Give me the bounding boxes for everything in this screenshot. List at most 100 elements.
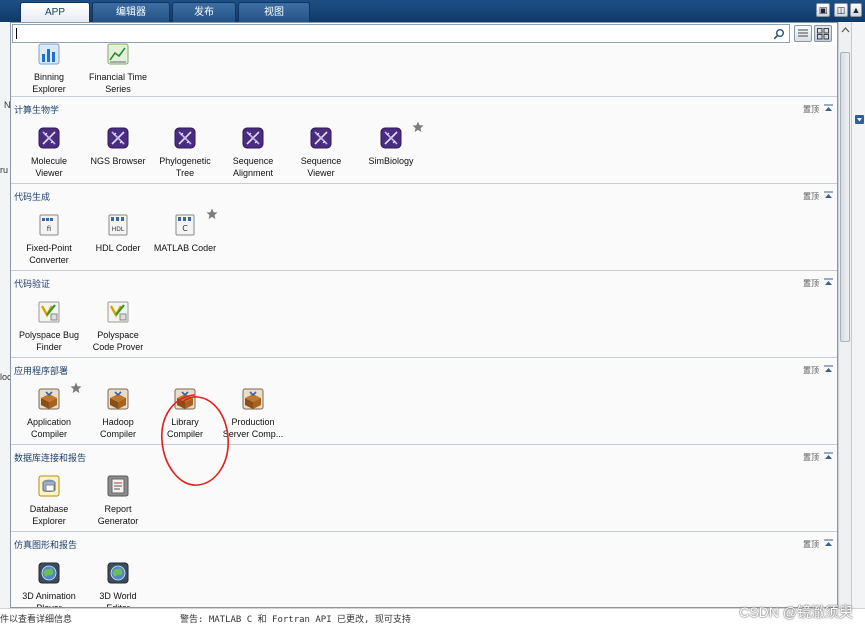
pin-to-top-link[interactable]: 置顶 [803,539,819,550]
collapse-section-icon[interactable] [824,452,833,460]
list-view-button[interactable] [794,25,812,42]
app-label: MATLAB Coder [150,242,220,254]
collapse-section-icon[interactable] [824,191,833,199]
app-button[interactable]: Production Server Comp... [218,388,288,440]
app-button[interactable]: 3D World Editor [83,562,153,607]
app-button[interactable]: Hadoop Compiler [83,388,153,440]
gallery-section: 应用程序部署 置顶 Application Compiler Hadoop Compile… [11,358,837,445]
tab-app[interactable]: APP [20,2,90,22]
app-button[interactable]: Polyspace Code Prover [83,301,153,353]
gallery-section: 代码验证 置顶 Polyspace Bug Finder Polyspace Code P… [11,271,837,358]
app-label: Application Compiler [14,416,84,440]
app-button[interactable]: Polyspace Bug Finder [14,301,84,353]
grid-view-button[interactable] [814,25,832,42]
app-button[interactable]: Database Explorer [14,475,84,527]
svg-text:C: C [182,224,188,233]
app-label-line: Sequence [300,156,342,166]
window-icon[interactable]: ◫ [834,3,848,17]
app-label: HDL Coder [83,242,153,254]
app-button[interactable]: Sequence Viewer [286,127,356,179]
collapse-section-icon[interactable] [824,365,833,373]
tab-view[interactable]: 视图 [238,2,310,22]
app-button[interactable]: Library Compiler [150,388,220,440]
app-label-line: Production [231,417,275,427]
app-label-line: Finder [36,342,62,352]
app-label: Binning Explorer [14,71,84,95]
app-label-line: Player [36,603,62,608]
app-label-line: NGS Browser [90,156,146,166]
app-label-line: Financial Time [88,72,148,82]
command-warning-text: 警告: MATLAB C 和 Fortran API 已更改, 现可支持 [180,615,411,625]
globe-icon [107,562,129,584]
app-button[interactable]: Molecule Viewer [14,127,84,179]
gallery-sections: Binning Explorer Financial Time Series 计算生物学… [11,43,837,608]
pin-to-top-link[interactable]: 置顶 [803,365,819,376]
app-label-line: Compiler [30,429,67,439]
app-label-line: Viewer [307,168,335,178]
app-label: Molecule Viewer [14,155,84,179]
app-button[interactable]: Financial Time Series [83,43,153,95]
background-text: ru [0,165,9,175]
scrollbar-thumb[interactable] [840,52,850,342]
app-label: 3D World Editor [83,590,153,607]
app-button[interactable]: Sequence Alignment [218,127,288,179]
app-button[interactable]: Phylogenetic Tree [150,127,220,179]
expand-icon[interactable]: ▲ [850,3,862,17]
gallery-section: 数据库连接和报告 置顶 Database Explorer Report Generato… [11,445,837,532]
gallery-section: 代码生成 置顶 fi Fixed-Point Converter HDL HDL Coder… [11,184,837,271]
collapse-section-icon[interactable] [824,278,833,286]
app-label-line: Code Prover [92,342,144,352]
pin-to-top-link[interactable]: 置顶 [803,191,819,202]
collapse-section-icon[interactable] [824,104,833,112]
app-button[interactable]: Application Compiler [14,388,84,440]
app-label-line: Phylogenetic [159,156,211,166]
app-button[interactable]: fi Fixed-Point Converter [14,214,84,266]
app-label: Sequence Viewer [286,155,356,179]
app-button[interactable]: HDL HDL Coder [83,214,153,254]
app-label-line: Report [104,504,132,514]
favorite-star-icon[interactable] [412,121,424,133]
dna-icon [242,127,264,149]
collapse-section-icon[interactable] [824,539,833,547]
app-button[interactable]: Binning Explorer [14,43,84,95]
app-label: Production Server Comp... [218,416,288,440]
tab-label: 发布 [194,7,214,18]
app-label-line: 3D Animation [22,591,76,601]
section-title: 代码生成 [14,192,51,202]
polyspace-icon [107,301,129,323]
search-input[interactable] [12,24,790,43]
pin-to-top-link[interactable]: 置顶 [803,104,819,115]
tab-editor[interactable]: 编辑器 [92,2,170,22]
gallery-scrollbar[interactable] [838,22,851,608]
favorite-star-icon[interactable] [70,382,82,394]
list-icon [798,29,808,37]
app-label: Financial Time Series [83,71,153,95]
app-button[interactable]: Report Generator [83,475,153,527]
app-button[interactable]: NGS Browser [83,127,153,167]
app-label-line: Polyspace [97,330,139,340]
apps-gallery-popup: Binning Explorer Financial Time Series 计算生物学… [10,22,838,608]
dropdown-icon[interactable] [855,115,864,124]
tab-publish[interactable]: 发布 [172,2,236,22]
app-label-line: Database [29,504,69,514]
app-button[interactable]: 3D Animation Player [14,562,84,608]
app-label-line: Compiler [166,429,203,439]
search-icon[interactable] [773,28,785,40]
svg-text:fi: fi [47,225,51,233]
app-label-line: Viewer [35,168,63,178]
app-label-line: Binning [33,72,65,82]
scroll-up-icon[interactable] [841,26,850,34]
app-label-line: Alignment [232,168,274,178]
app-button[interactable]: C MATLAB Coder [150,214,220,254]
tab-label: APP [44,7,65,18]
app-label-line: Library [171,417,199,427]
app-button[interactable]: SimBiology [356,127,426,167]
pin-to-top-link[interactable]: 置顶 [803,278,819,289]
app-label-line: Application [26,417,72,427]
line-chart-icon [107,43,129,65]
app-label-line: MATLAB Coder [153,243,217,253]
app-label-line: SimBiology [368,156,414,166]
favorite-star-icon[interactable] [206,208,218,220]
pin-to-top-link[interactable]: 置顶 [803,452,819,463]
lock-icon[interactable]: ▣ [816,3,830,17]
